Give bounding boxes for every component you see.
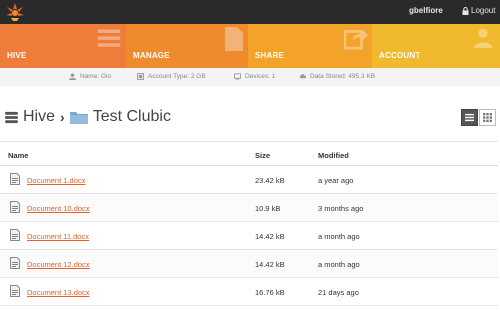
file-name-link[interactable]: Document 11.docx: [27, 232, 89, 241]
hive-list-icon: [97, 29, 121, 47]
nav-tile-label: HIVE: [7, 51, 27, 60]
info-account-type-text: Account Type: 2 GB: [148, 73, 206, 80]
table-row[interactable]: Document 1.docx 23.42 kB a year ago: [0, 166, 498, 194]
info-data-stored: Data Stored: 495.3 KB: [299, 73, 375, 80]
info-devices: Devices: 1: [234, 73, 275, 80]
column-header-name[interactable]: Name: [8, 151, 28, 160]
file-name-link[interactable]: Document 13.docx: [27, 288, 90, 297]
device-icon: [234, 73, 241, 80]
file-table: Name Size Modified Document 1.docx 23.42…: [0, 141, 498, 306]
file-size: 16.76 kB: [255, 288, 285, 297]
nav-tile-label: MANAGE: [133, 51, 170, 60]
info-data-stored-text: Data Stored: 495.3 KB: [310, 73, 376, 80]
info-devices-text: Devices: 1: [245, 73, 276, 80]
document-icon: [225, 27, 243, 51]
table-body: Document 1.docx 23.42 kB a year ago Docu…: [0, 166, 498, 306]
file-modified: a month ago: [318, 232, 360, 241]
list-view-icon: [465, 113, 474, 122]
account-info-bar: Name: Gio Account Type: 2 GB Devices: 1 …: [0, 68, 500, 86]
user-icon: [69, 73, 76, 80]
info-account-type: Account Type: 2 GB: [137, 73, 206, 80]
logout-button[interactable]: Logout: [462, 6, 495, 15]
docx-file-icon: [10, 201, 20, 213]
view-toggle: [461, 109, 496, 126]
file-size: 14.42 kB: [255, 232, 285, 241]
grid-view-button[interactable]: [479, 109, 496, 126]
nav-tile-label: SHARE: [255, 51, 285, 60]
table-row[interactable]: Document 10.docx 10.9 kB 3 months ago: [0, 194, 498, 222]
docx-file-icon: [10, 173, 20, 185]
file-modified: 21 days ago: [318, 288, 359, 297]
file-modified: a month ago: [318, 260, 360, 269]
cloud-icon: [299, 74, 306, 79]
table-header: Name Size Modified: [0, 142, 498, 166]
top-bar: gbelfiore Logout: [0, 0, 500, 24]
table-row[interactable]: Document 13.docx 16.76 kB 21 days ago: [0, 278, 498, 306]
main-nav: HIVE MANAGE SHARE ACCOUNT: [0, 24, 500, 68]
table-row[interactable]: Document 12.docx 14.42 kB a month ago: [0, 250, 498, 278]
logout-label: Logout: [471, 6, 496, 15]
breadcrumb-hive-link[interactable]: Hive: [23, 108, 55, 126]
lock-icon: [462, 6, 469, 15]
file-size: 23.42 kB: [255, 176, 285, 185]
hive-stack-icon: [5, 111, 18, 123]
hive-logo-icon[interactable]: [5, 2, 25, 22]
docx-file-icon: [10, 229, 20, 241]
file-size: 14.42 kB: [255, 260, 285, 269]
breadcrumb: Hive › Test Clubic: [5, 108, 171, 126]
nav-tile-share[interactable]: SHARE: [248, 24, 372, 68]
docx-file-icon: [10, 285, 20, 297]
info-name: Name: Gio: [69, 73, 111, 80]
nav-tile-label: ACCOUNT: [379, 51, 421, 60]
nav-tile-hive[interactable]: HIVE: [0, 24, 126, 68]
table-row[interactable]: Document 11.docx 14.42 kB a month ago: [0, 222, 498, 250]
info-name-text: Name: Gio: [80, 73, 112, 80]
file-modified: 3 months ago: [318, 204, 364, 213]
file-name-link[interactable]: Document 12.docx: [27, 260, 90, 269]
column-header-modified[interactable]: Modified: [318, 151, 349, 160]
username-link[interactable]: gbelfiore: [409, 6, 443, 15]
list-view-button[interactable]: [461, 109, 478, 126]
nav-tile-manage[interactable]: MANAGE: [126, 24, 248, 68]
file-name-link[interactable]: Document 10.docx: [27, 204, 90, 213]
file-modified: a year ago: [318, 176, 354, 185]
column-header-size[interactable]: Size: [255, 151, 270, 160]
breadcrumb-separator: ›: [60, 109, 65, 125]
folder-icon: [69, 112, 88, 124]
share-icon: [344, 29, 368, 50]
storage-icon: [137, 73, 144, 80]
nav-tile-account[interactable]: ACCOUNT: [372, 24, 500, 68]
breadcrumb-current-folder: Test Clubic: [92, 108, 171, 125]
file-name-link[interactable]: Document 1.docx: [27, 176, 85, 185]
grid-view-icon: [483, 113, 492, 122]
docx-file-icon: [10, 257, 20, 269]
account-user-icon: [473, 28, 493, 48]
file-size: 10.9 kB: [255, 204, 281, 213]
